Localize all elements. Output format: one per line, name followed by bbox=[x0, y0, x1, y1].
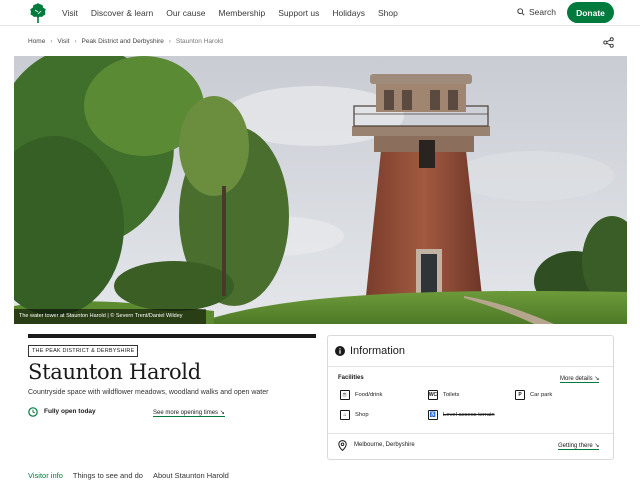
title-rule bbox=[28, 334, 316, 338]
nav-our-cause[interactable]: Our cause bbox=[166, 8, 205, 18]
hero-caption: The water tower at Staunton Harold | © S… bbox=[14, 309, 206, 324]
facility-food-drink: ☕ Food/drink bbox=[340, 390, 382, 400]
breadcrumb-home[interactable]: Home bbox=[28, 38, 45, 45]
breadcrumb-current: Staunton Harold bbox=[175, 38, 223, 45]
opening-times-link[interactable]: See more opening times ↘ bbox=[153, 409, 225, 417]
facility-toilets: WC Toilets bbox=[428, 390, 459, 400]
facility-level-access: ♿ Level access terrain bbox=[428, 410, 495, 420]
information-header: Information bbox=[335, 345, 405, 357]
share-icon[interactable] bbox=[603, 37, 614, 48]
nav-discover-learn[interactable]: Discover & learn bbox=[91, 8, 153, 18]
breadcrumb-region[interactable]: Peak District and Derbyshire bbox=[82, 38, 164, 45]
clock-icon bbox=[28, 407, 38, 417]
chevron-right-icon: › bbox=[168, 38, 171, 45]
tab-about[interactable]: About Staunton Harold bbox=[153, 471, 229, 480]
more-details-link[interactable]: More details ↘ bbox=[560, 375, 600, 383]
main-nav: Visit Discover & learn Our cause Members… bbox=[62, 0, 411, 26]
location-text: Melbourne, Derbyshire bbox=[354, 442, 415, 448]
page-title: Staunton Harold bbox=[28, 360, 201, 384]
breadcrumb-visit[interactable]: Visit bbox=[57, 38, 69, 45]
donate-button[interactable]: Donate bbox=[567, 2, 614, 23]
hero-image bbox=[14, 56, 627, 324]
facility-car-park: P Car park bbox=[515, 390, 552, 400]
shop-icon: ⌂ bbox=[340, 410, 350, 420]
divider bbox=[328, 366, 613, 367]
search-label: Search bbox=[529, 7, 556, 17]
tab-visitor-info[interactable]: Visitor info bbox=[28, 471, 63, 480]
nav-visit[interactable]: Visit bbox=[62, 8, 78, 18]
oak-leaf-logo-icon[interactable] bbox=[27, 2, 49, 24]
facility-label: Level access terrain bbox=[443, 412, 495, 418]
search-button[interactable]: Search bbox=[517, 7, 556, 17]
information-title: Information bbox=[350, 345, 406, 357]
nav-support-us[interactable]: Support us bbox=[278, 8, 319, 18]
divider bbox=[328, 433, 613, 434]
page-tabs: Visitor info Things to see and do About … bbox=[28, 471, 229, 480]
level-access-icon: ♿ bbox=[428, 410, 438, 420]
information-panel: Information Facilities More details ↘ ☕ … bbox=[327, 335, 614, 460]
water-tower-photo bbox=[14, 56, 627, 324]
region-tag[interactable]: THE PEAK DISTRICT & DERBYSHIRE bbox=[28, 345, 139, 357]
chevron-right-icon: › bbox=[50, 38, 53, 45]
car-park-icon: P bbox=[515, 390, 525, 400]
facility-label: Food/drink bbox=[355, 392, 383, 398]
tab-things-to-see[interactable]: Things to see and do bbox=[73, 471, 143, 480]
location-pin-icon bbox=[338, 440, 347, 451]
facility-label: Car park bbox=[530, 392, 553, 398]
nav-membership[interactable]: Membership bbox=[218, 8, 265, 18]
facilities-label: Facilities bbox=[338, 375, 364, 381]
search-icon bbox=[517, 8, 525, 16]
nav-shop[interactable]: Shop bbox=[378, 8, 398, 18]
chevron-right-icon: › bbox=[74, 38, 77, 45]
food-drink-icon: ☕ bbox=[340, 390, 350, 400]
info-icon bbox=[335, 346, 345, 356]
facility-label: Toilets bbox=[443, 392, 460, 398]
nav-holidays[interactable]: Holidays bbox=[332, 8, 365, 18]
facility-shop: ⌂ Shop bbox=[340, 410, 369, 420]
page-subtitle: Countryside space with wildflower meadow… bbox=[28, 389, 269, 396]
getting-there-link[interactable]: Getting there ↘ bbox=[558, 442, 600, 450]
facility-label: Shop bbox=[355, 412, 369, 418]
site-header: Visit Discover & learn Our cause Members… bbox=[0, 0, 640, 26]
breadcrumb: Home › Visit › Peak District and Derbysh… bbox=[28, 38, 223, 45]
open-status: Fully open today bbox=[44, 408, 96, 415]
toilets-icon: WC bbox=[428, 390, 438, 400]
